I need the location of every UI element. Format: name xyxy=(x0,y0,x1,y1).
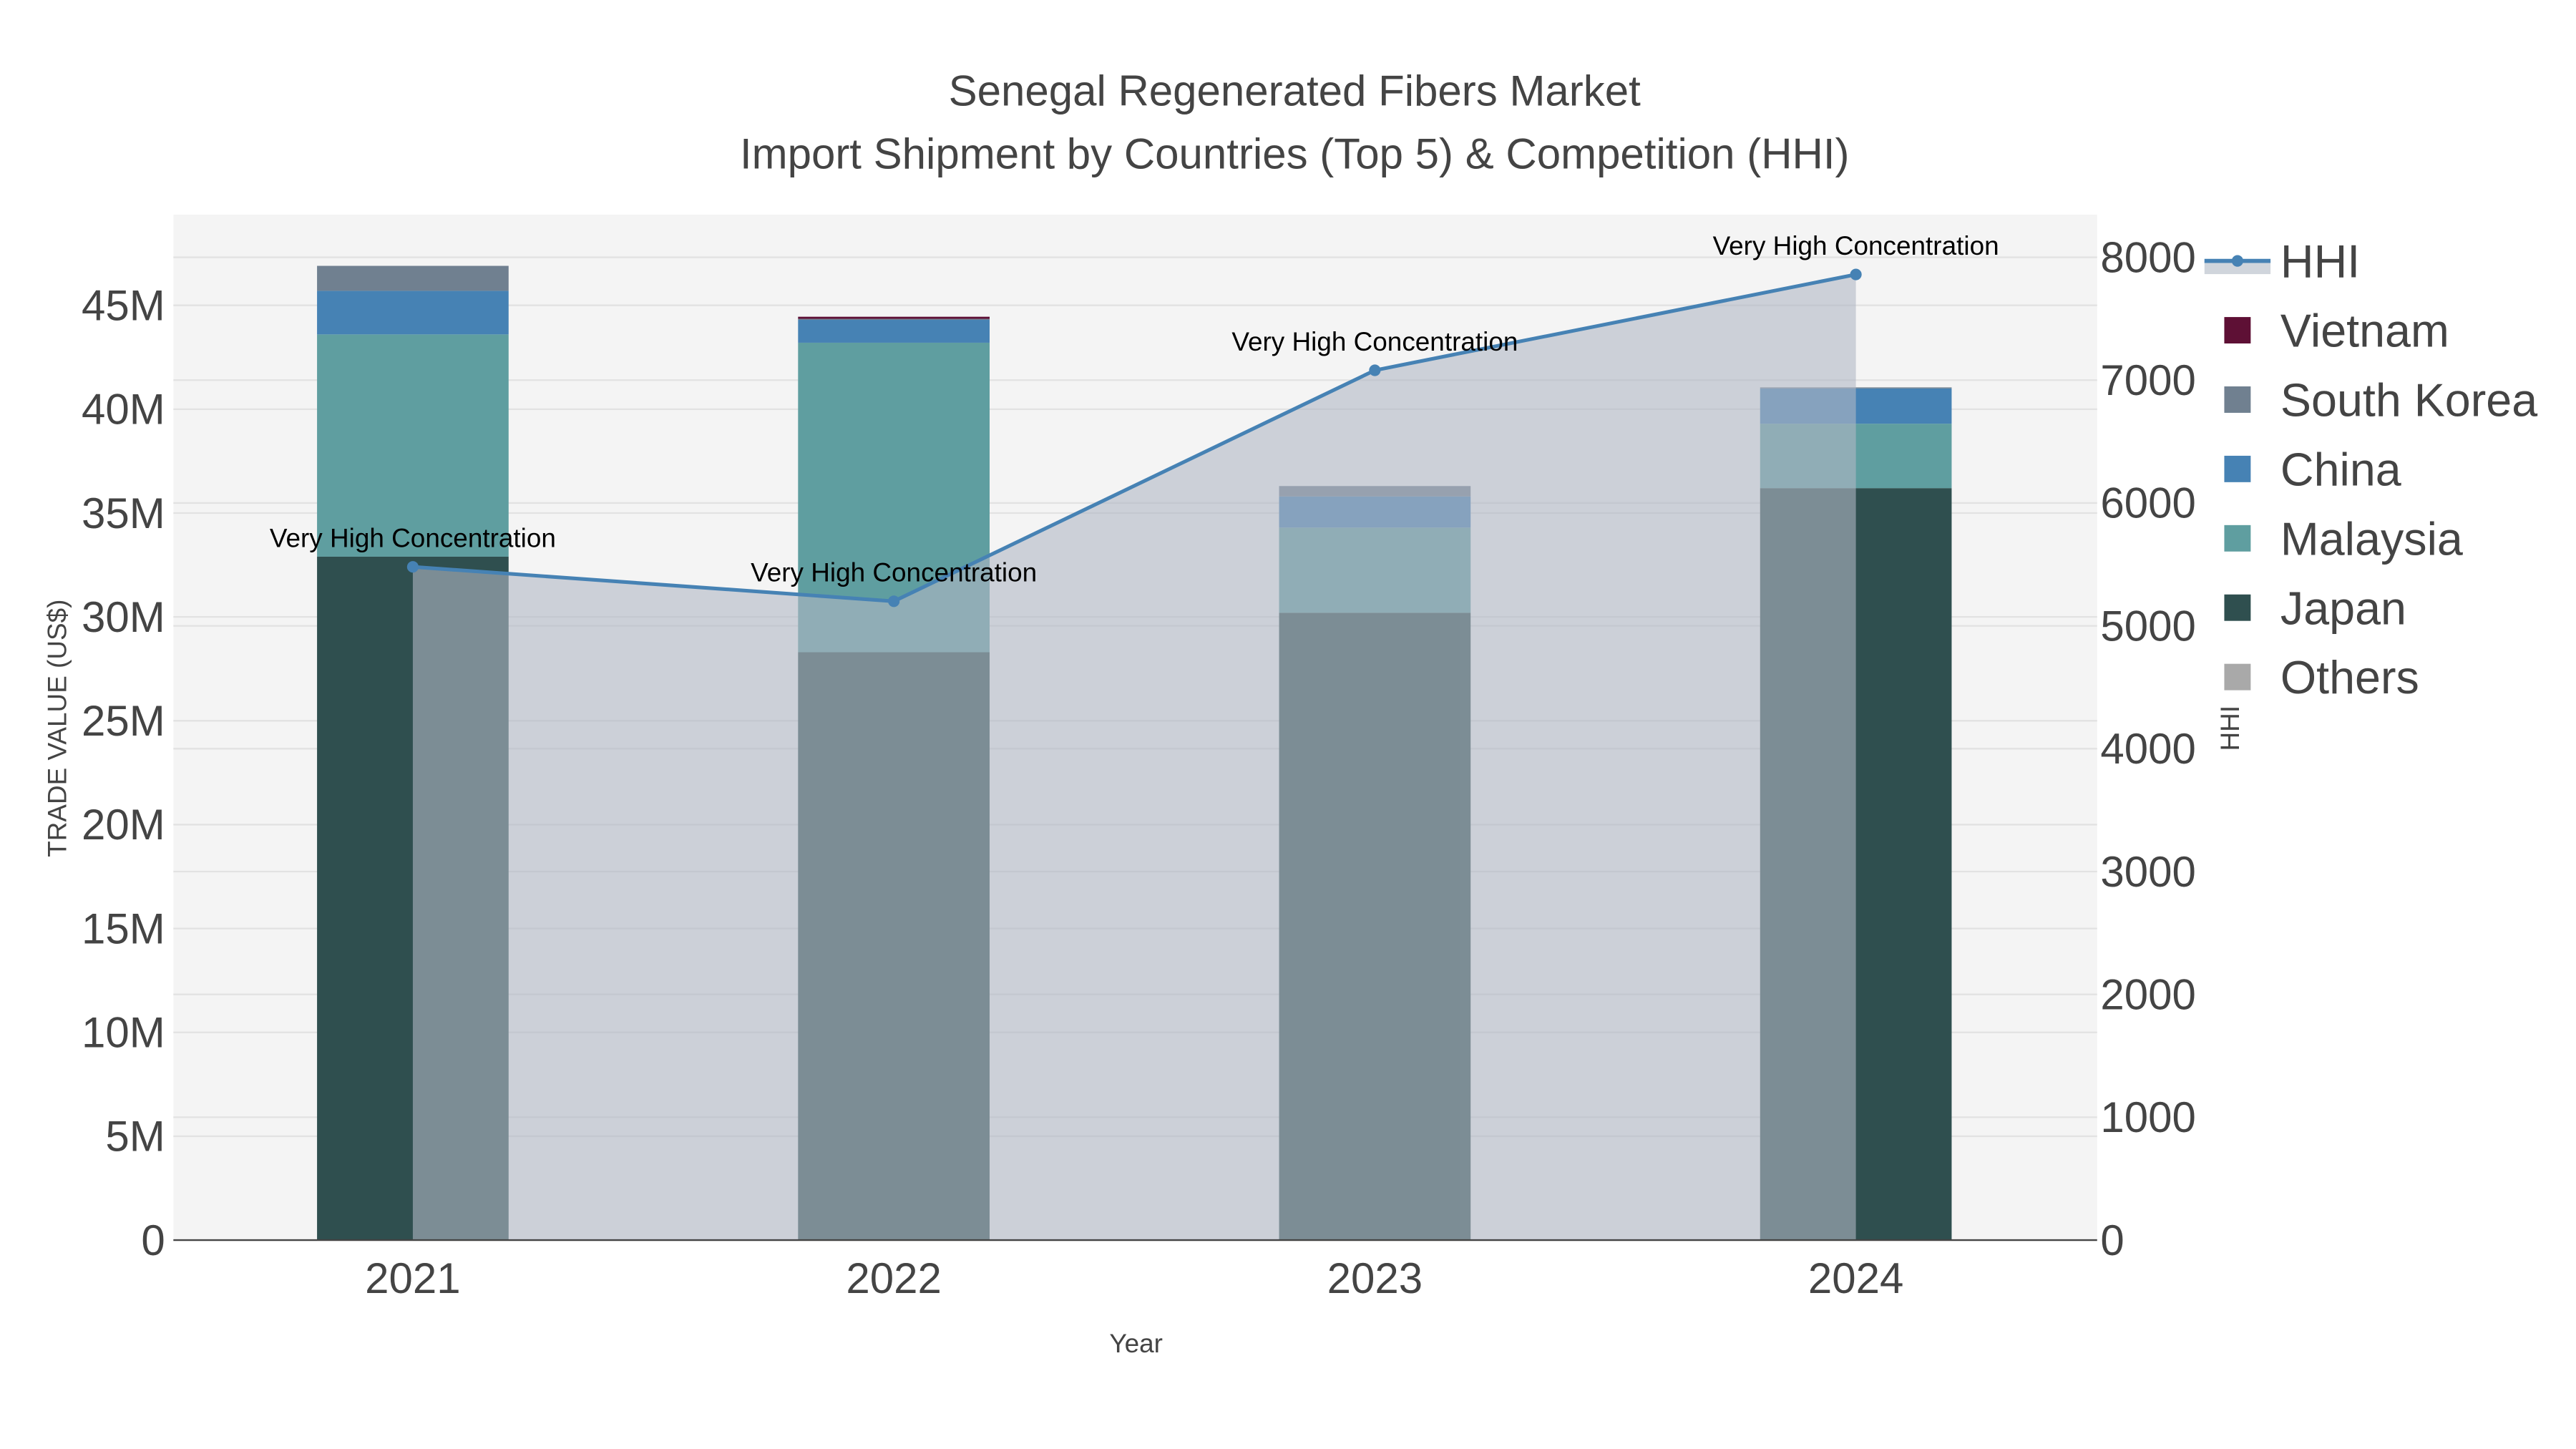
x-axis-ticks: 2021 2022 2023 2024 xyxy=(365,1254,1903,1302)
hhi-annotation: Very High Concentration xyxy=(751,558,1037,587)
y2-tick-label: 1000 xyxy=(2100,1093,2195,1141)
x-axis-label: Year xyxy=(1109,1329,1163,1358)
legend-label: Others xyxy=(2280,652,2419,703)
y2-tick-label: 4000 xyxy=(2100,725,2195,773)
legend-swatch-vietnam xyxy=(2224,317,2251,343)
y-tick-label: 35M xyxy=(82,489,165,537)
chart: Very High Concentration Very High Concent… xyxy=(42,67,2537,1358)
legend-label: Japan xyxy=(2280,582,2406,634)
y2-tick-label: 7000 xyxy=(2100,356,2195,404)
hhi-point xyxy=(1850,268,1862,280)
y-axis-label: TRADE VALUE (US$) xyxy=(42,600,72,857)
y-tick-label: 15M xyxy=(82,904,165,952)
x-tick-label: 2024 xyxy=(1808,1254,1903,1302)
x-tick-label: 2021 xyxy=(365,1254,460,1302)
legend-swatch-others xyxy=(2224,663,2251,691)
bar-south-korea xyxy=(798,318,990,321)
chart-title: Senegal Regenerated Fibers Market xyxy=(949,67,1641,115)
legend-swatch-malaysia xyxy=(2224,525,2251,552)
legend-label: China xyxy=(2280,444,2401,495)
hhi-annotation: Very High Concentration xyxy=(1231,327,1518,356)
y-tick-label: 45M xyxy=(82,281,165,329)
legend-swatch-hhi-marker xyxy=(2231,255,2243,267)
y2-tick-label: 2000 xyxy=(2100,970,2195,1018)
y2-tick-label: 3000 xyxy=(2100,848,2195,896)
bar-vietnam xyxy=(798,316,990,319)
hhi-point xyxy=(888,595,900,608)
hhi-annotation: Very High Concentration xyxy=(270,524,556,553)
y-tick-label: 30M xyxy=(82,593,165,641)
y-tick-label: 25M xyxy=(82,697,165,745)
legend-label: South Korea xyxy=(2280,375,2537,426)
legend-label: Malaysia xyxy=(2280,513,2463,565)
legend-swatch-south-korea xyxy=(2224,386,2251,413)
x-tick-label: 2023 xyxy=(1327,1254,1423,1302)
y2-tick-label: 8000 xyxy=(2100,233,2195,281)
bar-south-korea xyxy=(317,265,509,291)
y2-tick-label: 0 xyxy=(2100,1216,2124,1264)
legend-label: HHI xyxy=(2280,236,2360,288)
x-tick-label: 2022 xyxy=(846,1254,941,1302)
y-tick-label: 10M xyxy=(82,1009,165,1057)
y-tick-label: 40M xyxy=(82,386,165,434)
y2-tick-label: 5000 xyxy=(2100,602,2195,650)
chart-subtitle: Import Shipment by Countries (Top 5) & C… xyxy=(740,130,1850,177)
y2-axis-label: HHI xyxy=(2215,706,2245,751)
y2-tick-label: 6000 xyxy=(2100,479,2195,527)
bar-china xyxy=(317,291,509,335)
y2-axis-ticks: 0 1000 2000 3000 4000 5000 6000 7000 8000 xyxy=(2100,233,2195,1264)
y-tick-label: 20M xyxy=(82,801,165,849)
legend: HHI Vietnam South Korea China Malaysia Japan O… xyxy=(2204,236,2537,703)
y-tick-label: 0 xyxy=(141,1216,165,1264)
legend-swatch-china xyxy=(2224,455,2251,482)
hhi-point xyxy=(406,561,419,573)
legend-label: Vietnam xyxy=(2280,306,2449,357)
y-tick-label: 5M xyxy=(105,1113,165,1161)
y-axis-ticks: 0 5M 10M 15M 20M 25M 30M 35M 40M 45M xyxy=(82,281,165,1264)
hhi-annotation: Very High Concentration xyxy=(1713,231,1999,260)
legend-swatch-japan xyxy=(2224,594,2251,621)
bar-china xyxy=(798,320,990,343)
hhi-point xyxy=(1369,364,1381,376)
